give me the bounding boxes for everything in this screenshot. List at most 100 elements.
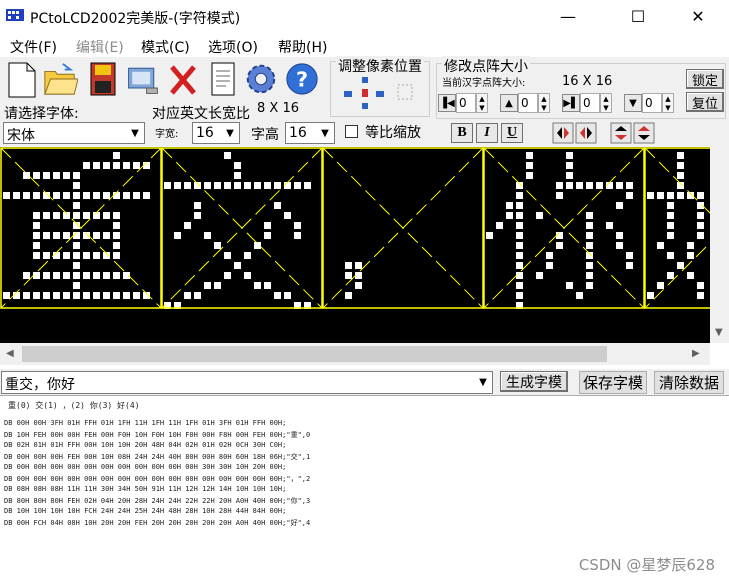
dot-matrix-svg[interactable]: [0, 147, 710, 343]
spinner-left[interactable]: ▐◀ 0 ▲ ▼: [438, 92, 490, 114]
matrix-pixel[interactable]: [73, 262, 80, 269]
matrix-pixel[interactable]: [667, 272, 674, 279]
matrix-pixel[interactable]: [254, 282, 261, 289]
matrix-pixel[interactable]: [516, 212, 523, 219]
help-icon[interactable]: ?: [284, 59, 320, 99]
matrix-pixel[interactable]: [224, 152, 231, 159]
matrix-pixel[interactable]: [224, 252, 231, 259]
matrix-pixel[interactable]: [214, 242, 221, 249]
matrix-pixel[interactable]: [133, 162, 140, 169]
matrix-pixel[interactable]: [194, 212, 201, 219]
matrix-pixel[interactable]: [355, 282, 362, 289]
matrix-pixel[interactable]: [556, 182, 563, 189]
matrix-pixel[interactable]: [687, 252, 694, 259]
matrix-pixel[interactable]: [697, 232, 704, 239]
matrix-pixel[interactable]: [73, 272, 80, 279]
matrix-pixel[interactable]: [264, 182, 271, 189]
matrix-pixel[interactable]: [667, 252, 674, 259]
matrix-pixel[interactable]: [133, 292, 140, 299]
matrix-pixel[interactable]: [244, 272, 251, 279]
matrix-pixel[interactable]: [53, 292, 60, 299]
matrix-pixel[interactable]: [23, 172, 30, 179]
matrix-pixel[interactable]: [194, 292, 201, 299]
matrix-pixel[interactable]: [23, 272, 30, 279]
matrix-pixel[interactable]: [113, 152, 120, 159]
matrix-pixel[interactable]: [677, 152, 684, 159]
spinner-arrows[interactable]: ▲ ▼: [662, 93, 674, 113]
matrix-pixel[interactable]: [63, 252, 70, 259]
matrix-pixel[interactable]: [234, 172, 241, 179]
matrix-pixel[interactable]: [53, 172, 60, 179]
matrix-pixel[interactable]: [13, 192, 20, 199]
matrix-pixel[interactable]: [586, 242, 593, 249]
matrix-pixel[interactable]: [536, 272, 543, 279]
matrix-pixel[interactable]: [496, 222, 503, 229]
matrix-pixel[interactable]: [3, 192, 10, 199]
pixel-move-arrows-icon[interactable]: [340, 75, 420, 115]
settings-gear-icon[interactable]: [243, 59, 279, 99]
matrix-pixel[interactable]: [626, 252, 633, 259]
matrix-pixel[interactable]: [103, 232, 110, 239]
matrix-pixel[interactable]: [304, 182, 311, 189]
matrix-pixel[interactable]: [33, 232, 40, 239]
spinner-down-value[interactable]: 0: [642, 93, 662, 113]
matrix-pixel[interactable]: [93, 272, 100, 279]
matrix-pixel[interactable]: [43, 212, 50, 219]
matrix-pixel[interactable]: [83, 192, 90, 199]
notepad-icon[interactable]: [205, 59, 241, 99]
matrix-pixel[interactable]: [194, 202, 201, 209]
matrix-pixel[interactable]: [516, 232, 523, 239]
spinner-arrows[interactable]: ▲ ▼: [600, 93, 612, 113]
matrix-pixel[interactable]: [667, 202, 674, 209]
matrix-pixel[interactable]: [23, 292, 30, 299]
matrix-pixel[interactable]: [697, 192, 704, 199]
matrix-pixel[interactable]: [123, 192, 130, 199]
matrix-pixel[interactable]: [254, 182, 261, 189]
matrix-pixel[interactable]: [345, 262, 352, 269]
matrix-pixel[interactable]: [33, 252, 40, 259]
matrix-pixel[interactable]: [606, 222, 613, 229]
matrix-pixel[interactable]: [576, 292, 583, 299]
matrix-pixel[interactable]: [43, 252, 50, 259]
matrix-pixel[interactable]: [284, 292, 291, 299]
matrix-pixel[interactable]: [657, 282, 664, 289]
matrix-pixel[interactable]: [616, 182, 623, 189]
matrix-pixel[interactable]: [184, 182, 191, 189]
matrix-pixel[interactable]: [687, 272, 694, 279]
matrix-pixel[interactable]: [274, 202, 281, 209]
matrix-pixel[interactable]: [234, 162, 241, 169]
matrix-pixel[interactable]: [234, 262, 241, 269]
matrix-pixel[interactable]: [83, 252, 90, 259]
matrix-pixel[interactable]: [123, 292, 130, 299]
matrix-pixel[interactable]: [93, 192, 100, 199]
matrix-pixel[interactable]: [516, 222, 523, 229]
output-text-area[interactable]: 重(0) 交(1) ，(2) 你(3) 好(4) DB 00H 00H 3FH …: [0, 395, 729, 583]
matrix-pixel[interactable]: [516, 202, 523, 209]
matrix-pixel[interactable]: [33, 212, 40, 219]
matrix-pixel[interactable]: [626, 192, 633, 199]
matrix-pixel[interactable]: [43, 172, 50, 179]
matrix-pixel[interactable]: [526, 152, 533, 159]
matrix-pixel[interactable]: [536, 212, 543, 219]
matrix-pixel[interactable]: [586, 222, 593, 229]
spinner-arrows[interactable]: ▲ ▼: [538, 93, 550, 113]
matrix-pixel[interactable]: [143, 192, 150, 199]
open-icon[interactable]: [42, 59, 78, 99]
reset-button[interactable]: 复位: [686, 92, 724, 112]
matrix-pixel[interactable]: [83, 272, 90, 279]
matrix-pixel[interactable]: [657, 192, 664, 199]
export-icon[interactable]: [125, 59, 161, 99]
new-icon[interactable]: [4, 59, 40, 99]
matrix-pixel[interactable]: [93, 252, 100, 259]
matrix-pixel[interactable]: [677, 262, 684, 269]
matrix-pixel[interactable]: [123, 162, 130, 169]
matrix-pixel[interactable]: [23, 192, 30, 199]
text-input-combo[interactable]: 重交，你好 ▼: [1, 371, 493, 394]
matrix-pixel[interactable]: [345, 272, 352, 279]
matrix-pixel[interactable]: [516, 272, 523, 279]
matrix-pixel[interactable]: [697, 282, 704, 289]
matrix-pixel[interactable]: [63, 232, 70, 239]
matrix-pixel[interactable]: [556, 192, 563, 199]
matrix-pixel[interactable]: [667, 212, 674, 219]
matrix-pixel[interactable]: [214, 282, 221, 289]
